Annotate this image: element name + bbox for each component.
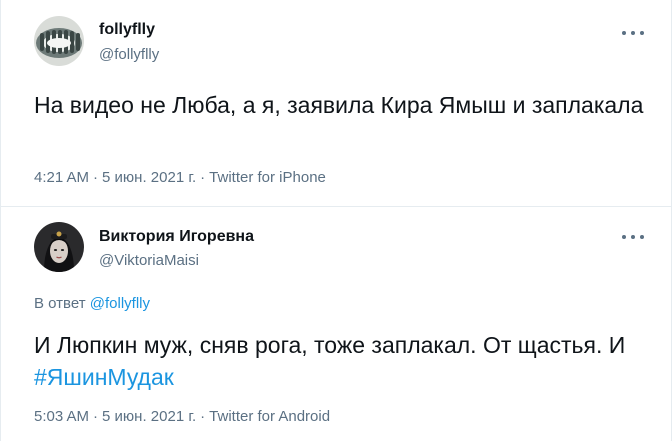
more-horizontal-icon[interactable] xyxy=(622,27,644,39)
tweet-source[interactable]: Twitter for Android xyxy=(209,408,330,425)
display-name[interactable]: Виктория Игоревна xyxy=(99,228,254,246)
tweet-source[interactable]: Twitter for iPhone xyxy=(209,169,326,186)
tweet-date[interactable]: 5 июн. 2021 г. xyxy=(102,408,196,425)
hashtag-link[interactable]: #ЯшинМудак xyxy=(34,364,174,390)
tweet-time[interactable]: 4:21 AM xyxy=(34,169,89,186)
meta-separator: · xyxy=(200,169,206,186)
tweet-text: И Люпкин муж, сняв рога, тоже заплакал. … xyxy=(34,329,654,393)
tweet-meta: 5:03 AM · 5 июн. 2021 г. · Twitter for Andro… xyxy=(34,408,330,425)
card-border-left xyxy=(0,0,1,206)
user-handle[interactable]: @follyflly xyxy=(99,46,159,63)
avatar[interactable] xyxy=(34,222,84,272)
card-border-left xyxy=(0,207,1,441)
display-name[interactable]: follyflly xyxy=(99,21,155,39)
meta-separator: · xyxy=(200,408,206,425)
replying-prefix: В ответ xyxy=(34,295,86,312)
tweet-original[interactable]: follyflly @follyflly На видео не Люба, а… xyxy=(0,0,672,206)
meta-separator: · xyxy=(93,408,99,425)
user-handle[interactable]: @ViktoriaMaisi xyxy=(99,252,199,269)
replying-mention-link[interactable]: @follyflly xyxy=(90,295,150,312)
tweet-text-content: И Люпкин муж, сняв рога, тоже заплакал. … xyxy=(34,332,626,358)
meta-separator: · xyxy=(93,169,99,186)
avatar[interactable] xyxy=(34,16,84,66)
tweet-date[interactable]: 5 июн. 2021 г. xyxy=(102,169,196,186)
tweet-text: На видео не Люба, а я, заявила Кира Ямыш… xyxy=(34,92,644,118)
replying-to: В ответ @follyflly xyxy=(34,295,150,312)
more-horizontal-icon[interactable] xyxy=(622,231,644,243)
tweet-reply[interactable]: Виктория Игоревна @ViktoriaMaisi В ответ… xyxy=(0,206,672,441)
tweet-time[interactable]: 5:03 AM xyxy=(34,408,89,425)
tweet-meta: 4:21 AM · 5 июн. 2021 г. · Twitter for iPhon… xyxy=(34,169,326,186)
